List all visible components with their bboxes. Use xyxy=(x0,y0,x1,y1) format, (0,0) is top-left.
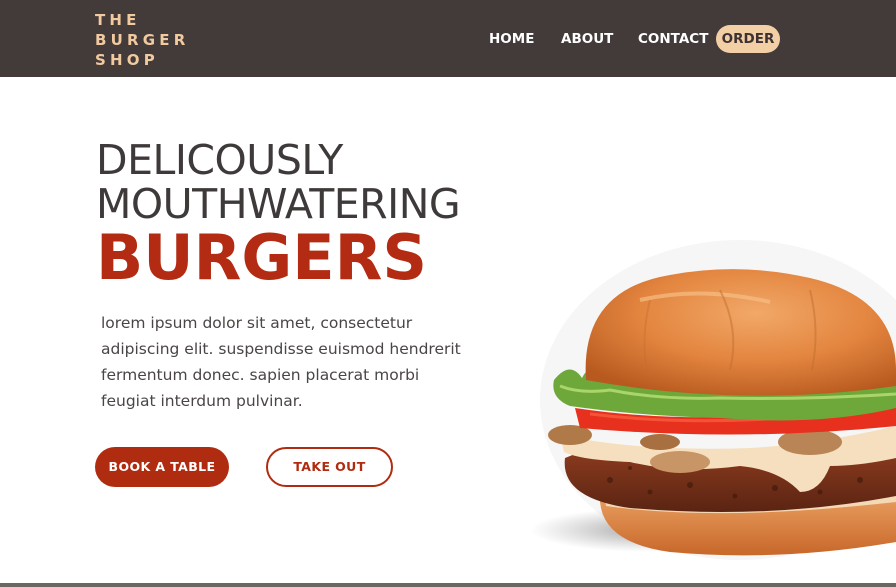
take-out-button[interactable]: TAKE OUT xyxy=(266,447,393,487)
nav-home-link[interactable]: HOME xyxy=(489,25,534,53)
headline-accent: BURGERS xyxy=(96,221,427,294)
main-nav: HOME ABOUT CONTACT ORDER xyxy=(0,25,896,53)
nav-about-link[interactable]: ABOUT xyxy=(561,25,613,53)
hero-headline: DELICOUSLY MOUTHWATERING BURGERS xyxy=(96,136,461,294)
page: THE BURGER SHOP HOME ABOUT CONTACT ORDER… xyxy=(0,0,896,587)
book-table-button[interactable]: BOOK A TABLE xyxy=(95,447,229,487)
brand-line-3: SHOP xyxy=(95,51,159,69)
headline-line-2: MOUTHWATERING xyxy=(96,180,461,228)
top-navbar: THE BURGER SHOP HOME ABOUT CONTACT ORDER xyxy=(0,0,896,77)
hero-description: lorem ipsum dolor sit amet, consectetur … xyxy=(101,314,461,410)
burger-illustration xyxy=(530,240,896,560)
order-button[interactable]: ORDER xyxy=(716,25,780,53)
headline-line-1: DELICOUSLY xyxy=(96,136,343,184)
bottom-edge-strip xyxy=(0,583,896,587)
nav-contact-link[interactable]: CONTACT xyxy=(638,25,708,53)
